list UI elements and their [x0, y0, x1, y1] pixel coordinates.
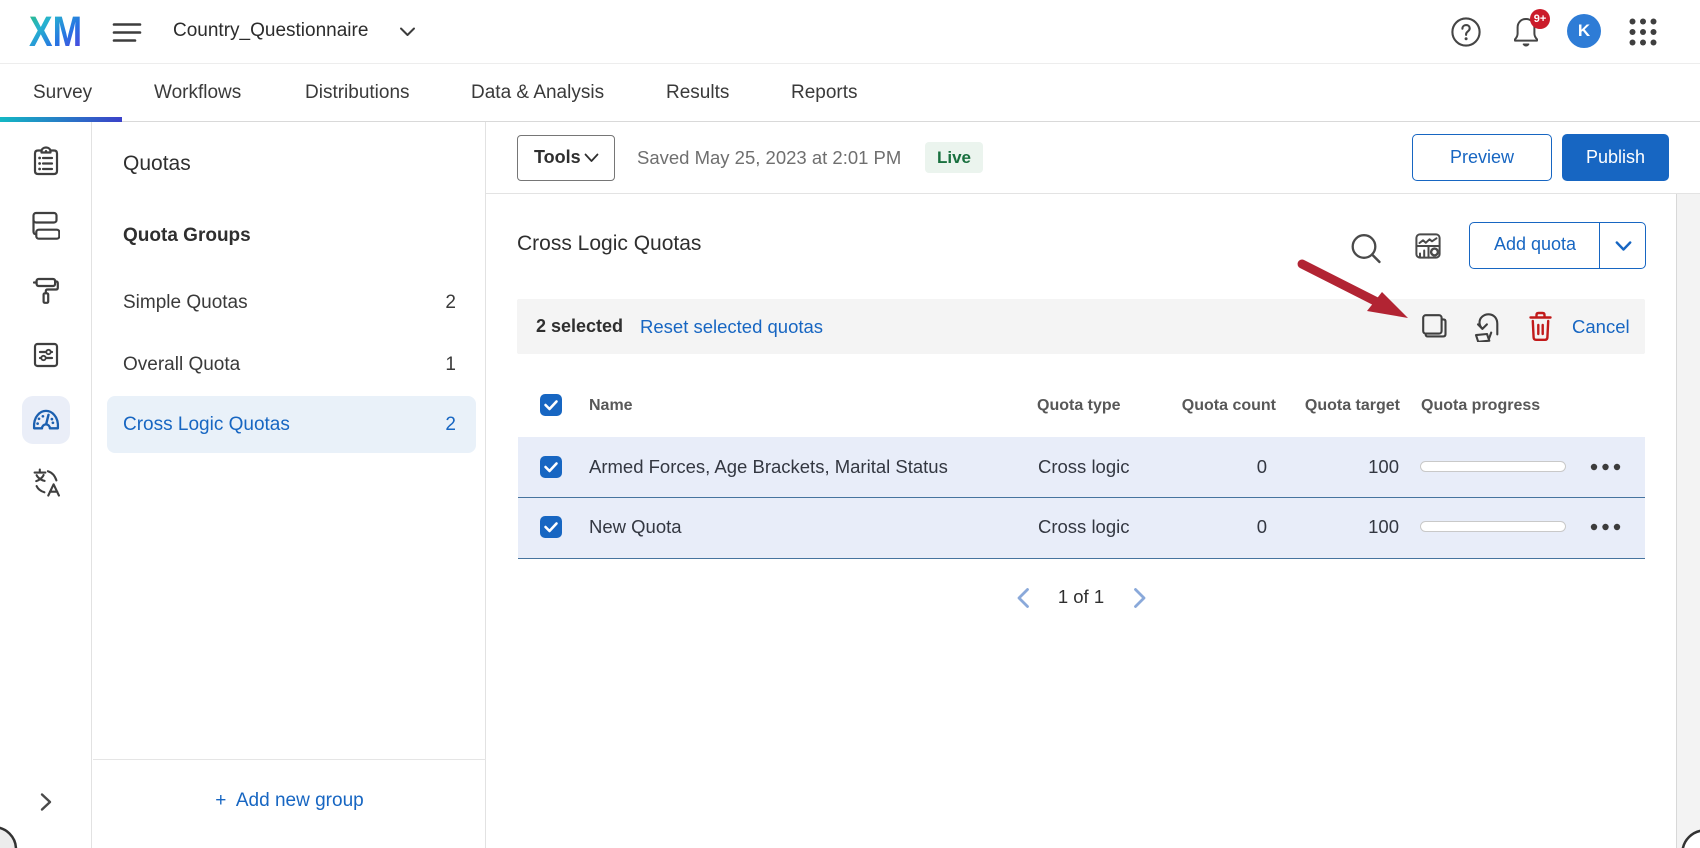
svg-text:XM: XM	[29, 13, 82, 48]
